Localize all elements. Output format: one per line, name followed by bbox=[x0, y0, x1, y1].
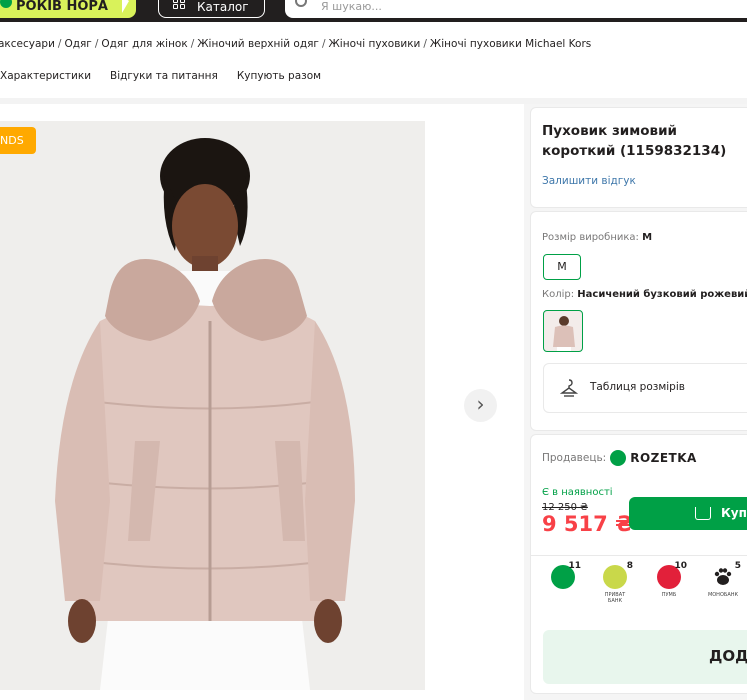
tab-reviews[interactable]: Відгуки та питання bbox=[110, 70, 218, 100]
breadcrumb-item[interactable]: Жіночий верхній одяг bbox=[197, 38, 319, 50]
search-icon bbox=[295, 0, 307, 7]
breadcrumb-item[interactable]: аксесуари bbox=[0, 38, 55, 50]
payment-option-monobank[interactable]: 5 МОНОБАНК bbox=[705, 561, 741, 598]
tab-bought-together[interactable]: Купують разом bbox=[237, 70, 321, 100]
color-label: Колір: Насичений бузковий рожевий bbox=[542, 289, 747, 300]
payment-option-pumb[interactable]: 10 ПУМБ bbox=[651, 561, 687, 598]
current-price: 9 517 ₴ bbox=[542, 512, 634, 536]
breadcrumb-item[interactable]: Одяг bbox=[64, 38, 91, 50]
cart-icon bbox=[695, 507, 711, 520]
search-placeholder: Я шукаю... bbox=[321, 0, 382, 13]
promo-logo-icon bbox=[0, 0, 12, 8]
brand-badge: NDS bbox=[0, 127, 36, 154]
price-divider bbox=[530, 555, 747, 556]
breadcrumb-item[interactable]: Жіночі пуховики bbox=[329, 38, 421, 50]
product-title: Пуховик зимовий короткий (1159832134) bbox=[542, 123, 727, 159]
rozetka-pay-icon: 11 bbox=[551, 561, 581, 589]
jacket-model-image bbox=[0, 121, 425, 690]
size-table-button[interactable]: Таблиця розмірів bbox=[543, 363, 747, 413]
next-image-button[interactable]: › bbox=[464, 389, 497, 422]
breadcrumb-item[interactable]: Жіночі пуховики Michael Kors bbox=[430, 38, 591, 50]
manufacturer-size-label: Розмір виробника: M bbox=[542, 232, 653, 243]
product-photo[interactable] bbox=[0, 121, 425, 690]
monobank-paw-icon: 5 bbox=[711, 561, 741, 589]
add-to-cart-button[interactable]: ДОД bbox=[543, 630, 747, 684]
size-option-m[interactable]: M bbox=[543, 254, 581, 280]
jacket-thumbnail-image bbox=[553, 316, 575, 351]
payment-option-privat[interactable]: 8 ПРИВАТ БАНК bbox=[597, 561, 633, 604]
paw-shape-icon bbox=[714, 568, 732, 585]
manufacturer-size-value: M bbox=[642, 232, 653, 243]
payment-option-rozetka[interactable]: 11 bbox=[545, 561, 581, 592]
tab-characteristics[interactable]: Характеристики bbox=[0, 70, 91, 100]
catalog-label: Каталог bbox=[197, 0, 249, 14]
mouse-cursor-icon bbox=[122, 0, 129, 13]
seller-name[interactable]: ROZETKA bbox=[630, 451, 697, 465]
promo-text: РОКІВ НОРА bbox=[16, 0, 108, 14]
color-value: Насичений бузковий рожевий bbox=[577, 289, 747, 300]
breadcrumb: аксесуари / Одяг / Одяг для жінок / Жіночий ве… bbox=[0, 38, 592, 50]
rozetka-logo-icon bbox=[610, 450, 627, 466]
buy-button-label: Куп bbox=[721, 506, 747, 520]
product-tabs: Характеристики Відгуки та питання Купуют… bbox=[0, 70, 340, 100]
size-table-label: Таблиця розмірів bbox=[590, 381, 685, 393]
catalog-button[interactable]: Каталог bbox=[158, 0, 265, 18]
seller-info: Продавець: ROZETKA bbox=[542, 450, 697, 466]
pumb-icon: 10 bbox=[657, 561, 687, 589]
breadcrumb-item[interactable]: Одяг для жінок bbox=[101, 38, 187, 50]
leave-review-link[interactable]: Залишити відгук bbox=[542, 175, 636, 187]
promo-banner[interactable]: РОКІВ НОРА bbox=[0, 0, 136, 18]
hanger-icon bbox=[560, 379, 578, 397]
grid-icon bbox=[173, 0, 187, 10]
color-option-thumbnail[interactable] bbox=[543, 310, 583, 352]
in-stock-status: Є в наявності bbox=[542, 487, 613, 498]
search-input[interactable]: Я шукаю... bbox=[285, 0, 747, 18]
privatbank-icon: 8 bbox=[603, 561, 633, 589]
buy-button[interactable]: Куп bbox=[629, 497, 747, 530]
